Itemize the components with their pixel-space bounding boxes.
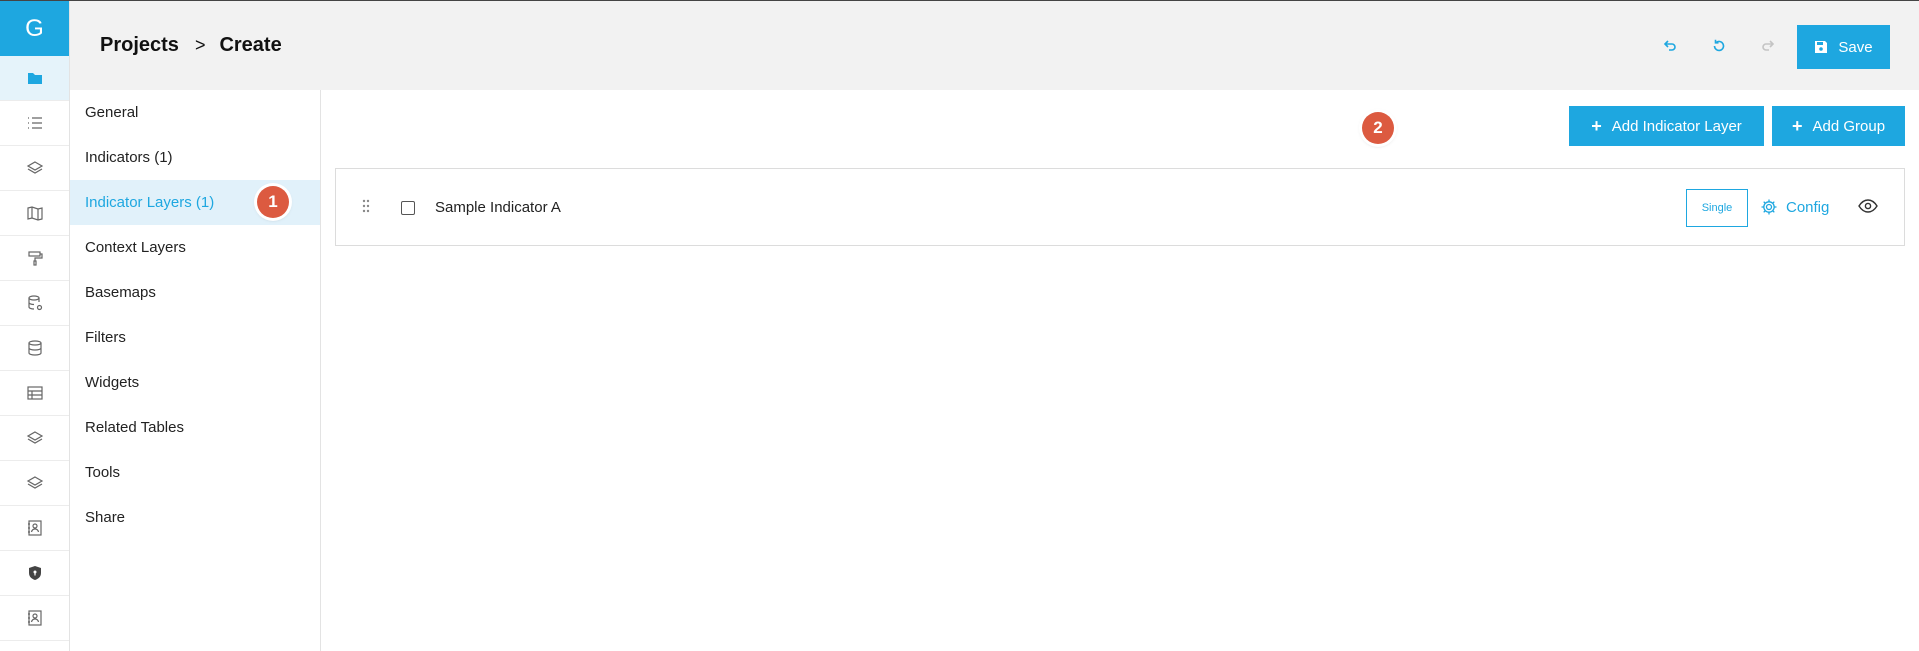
nav-item-indicators[interactable]: Indicators (1) xyxy=(70,135,320,180)
nav-item-share[interactable]: Share xyxy=(70,495,320,540)
nav-item-related-tables[interactable]: Related Tables xyxy=(70,405,320,450)
gear-icon xyxy=(1761,199,1777,215)
layer-name: Sample Indicator A xyxy=(435,199,561,216)
nav-item-indicator-layers[interactable]: Indicator Layers (1) 1 xyxy=(70,180,320,225)
folder-icon xyxy=(27,73,42,84)
save-button-label: Save xyxy=(1838,38,1873,56)
nav-item-basemaps[interactable]: Basemaps xyxy=(70,270,320,315)
layer-config-link[interactable]: Config xyxy=(1760,198,1829,216)
app-logo[interactable]: G xyxy=(0,1,69,56)
step-marker-1: 1 xyxy=(257,186,289,218)
breadcrumb-projects-link[interactable]: Projects xyxy=(100,34,179,57)
rail-item-list[interactable] xyxy=(0,101,69,146)
layer-select-checkbox[interactable] xyxy=(401,201,415,215)
plus-icon: + xyxy=(1591,115,1602,136)
undo-icon xyxy=(1663,40,1676,51)
map-icon xyxy=(26,206,43,221)
rail-item-styles[interactable] xyxy=(0,236,69,281)
layers-icon xyxy=(26,476,43,489)
nav-item-tools[interactable]: Tools xyxy=(70,450,320,495)
rail-item-layers-2[interactable] xyxy=(0,416,69,461)
breadcrumb: Projects > Create xyxy=(100,34,282,57)
indicator-layer-row: Sample Indicator A Single Config xyxy=(335,168,1905,246)
rail-item-table[interactable] xyxy=(0,371,69,416)
save-button[interactable]: Save xyxy=(1797,25,1890,69)
rail-item-layers[interactable] xyxy=(0,146,69,191)
nav-item-label: Indicator Layers (1) xyxy=(85,194,215,211)
app-logo-letter: G xyxy=(25,14,44,42)
icon-rail: G xyxy=(0,1,70,651)
layers-icon xyxy=(26,161,43,174)
shield-icon xyxy=(28,566,41,580)
breadcrumb-separator: > xyxy=(194,35,206,55)
nav-item-label: Filters xyxy=(85,329,126,346)
nav-item-label: General xyxy=(85,104,139,121)
nav-item-label: Related Tables xyxy=(85,419,184,436)
rail-item-projects[interactable] xyxy=(0,56,69,101)
nav-item-label: Widgets xyxy=(85,374,140,391)
add-group-button[interactable]: + Add Group xyxy=(1772,106,1905,146)
nav-item-label: Share xyxy=(85,509,126,526)
rail-item-data-settings[interactable] xyxy=(0,281,69,326)
nav-item-label: Indicators (1) xyxy=(85,149,173,166)
reset-icon xyxy=(1713,39,1725,52)
config-label: Config xyxy=(1786,198,1830,216)
step-marker-2: 2 xyxy=(1362,112,1394,144)
nav-item-context-layers[interactable]: Context Layers xyxy=(70,225,320,270)
add-indicator-layer-button[interactable]: + Add Indicator Layer xyxy=(1569,106,1764,146)
nav-item-filters[interactable]: Filters xyxy=(70,315,320,360)
rail-item-layers-3[interactable] xyxy=(0,461,69,506)
add-indicator-layer-label: Add Indicator Layer xyxy=(1611,117,1742,135)
nav-item-general[interactable]: General xyxy=(70,90,320,135)
layers-icon xyxy=(26,431,43,444)
rail-item-security[interactable] xyxy=(0,551,69,596)
rail-item-contacts-2[interactable] xyxy=(0,596,69,641)
nav-item-label: Tools xyxy=(85,464,121,481)
paint-roller-icon xyxy=(27,251,43,266)
contact-book-icon xyxy=(27,520,42,536)
plus-icon: + xyxy=(1791,115,1803,136)
nav-item-widgets[interactable]: Widgets xyxy=(70,360,320,405)
rail-item-map[interactable] xyxy=(0,191,69,236)
breadcrumb-current: Create xyxy=(219,34,282,56)
database-settings-icon xyxy=(27,295,42,311)
rail-item-database[interactable] xyxy=(0,326,69,371)
undo-button[interactable] xyxy=(1659,35,1681,57)
eye-icon[interactable] xyxy=(1858,199,1878,213)
page-header: Projects > Create Save xyxy=(70,1,1919,90)
main-content: + Add Indicator Layer + Add Group Sample… xyxy=(321,90,1919,651)
drag-handle-icon[interactable] xyxy=(362,199,370,213)
layer-type-tag[interactable]: Single xyxy=(1686,189,1748,227)
rail-item-contacts[interactable] xyxy=(0,506,69,551)
nav-item-label: Basemaps xyxy=(85,284,156,301)
table-icon xyxy=(26,386,43,400)
add-group-label: Add Group xyxy=(1812,117,1886,135)
database-icon xyxy=(27,340,42,356)
reset-button[interactable] xyxy=(1708,35,1730,57)
redo-button[interactable] xyxy=(1757,35,1779,57)
nav-item-label: Context Layers xyxy=(85,239,186,256)
contact-book-icon xyxy=(27,610,42,626)
settings-nav: General Indicators (1) Indicator Layers … xyxy=(70,90,321,651)
save-icon xyxy=(1815,41,1828,53)
redo-icon xyxy=(1762,40,1775,51)
list-icon xyxy=(27,117,42,129)
